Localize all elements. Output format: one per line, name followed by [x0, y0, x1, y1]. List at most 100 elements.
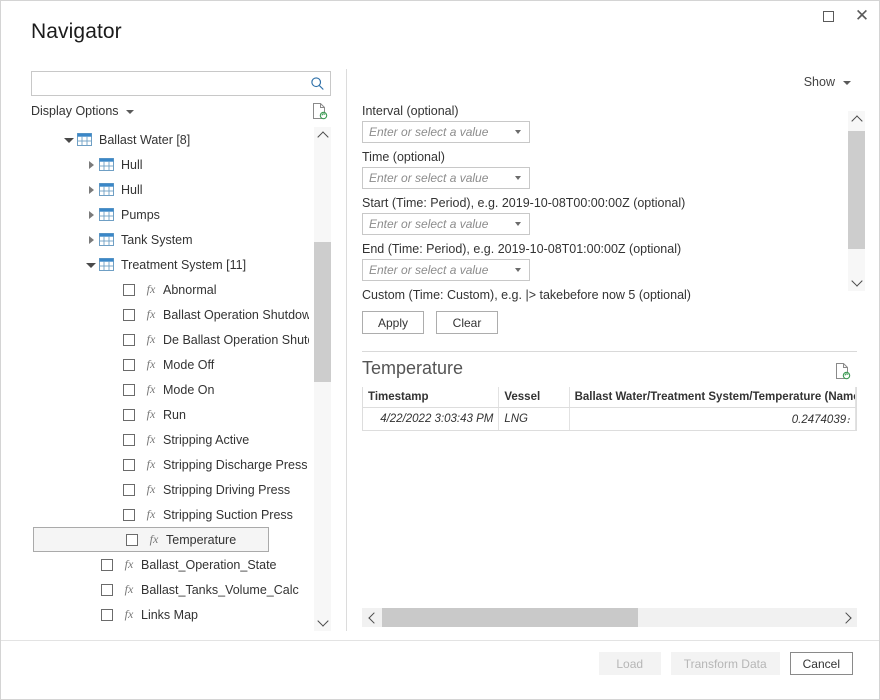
search-icon[interactable] — [304, 76, 330, 91]
scroll-right-icon[interactable] — [837, 608, 857, 627]
scroll-up-icon[interactable] — [848, 111, 865, 128]
tree-item-tank-system[interactable]: Tank System — [31, 227, 309, 252]
expander-collapse-icon[interactable] — [61, 136, 77, 143]
hscroll-track[interactable] — [382, 608, 837, 627]
scroll-up-icon[interactable] — [314, 127, 331, 144]
tree-item-checkbox[interactable] — [101, 584, 113, 596]
tree-vertical-scrollbar[interactable] — [314, 127, 331, 631]
expander-expand-icon[interactable] — [83, 161, 99, 169]
tree-item-checkbox[interactable] — [123, 284, 135, 296]
document-refresh-icon[interactable] — [834, 362, 851, 380]
table-row[interactable]: 4/22/2022 3:03:43 PMLNG0.2474039։ — [363, 408, 856, 430]
table-icon — [99, 208, 115, 221]
grid-column-header[interactable]: Vessel — [499, 387, 569, 407]
scroll-left-icon[interactable] — [362, 608, 382, 627]
tree-item-label: Hull — [121, 158, 143, 172]
cancel-button[interactable]: Cancel — [790, 652, 853, 675]
tree-item-label: Pumps — [121, 208, 160, 222]
expander-expand-icon[interactable] — [83, 186, 99, 194]
table-icon — [99, 233, 115, 246]
scroll-down-icon[interactable] — [848, 274, 865, 291]
tree-item-label: Stripping Suction Press — [163, 508, 293, 522]
expander-expand-icon[interactable] — [83, 236, 99, 244]
scroll-down-icon[interactable] — [314, 614, 331, 631]
load-button[interactable]: Load — [599, 652, 661, 675]
field-combo-2[interactable]: Enter or select a value — [362, 213, 530, 235]
table-icon — [77, 133, 93, 146]
tree-item-checkbox[interactable] — [101, 609, 113, 621]
chevron-down-icon[interactable] — [507, 222, 529, 226]
tree-item-treatment-system-11[interactable]: Treatment System [11] — [31, 252, 309, 277]
field-value-0[interactable]: Enter or select a value — [363, 125, 507, 139]
tree-item-ballast-water-8[interactable]: Ballast Water [8] — [31, 127, 309, 152]
tree-item-label: Links Map — [141, 608, 198, 622]
close-button[interactable]: ✕ — [845, 1, 879, 31]
table-cell: 4/22/2022 3:03:43 PM — [363, 408, 499, 430]
tree-item-links-map[interactable]: fxLinks Map — [31, 602, 309, 627]
tree-item-checkbox[interactable] — [123, 384, 135, 396]
search-input[interactable] — [32, 72, 304, 95]
tree-item-mode-on[interactable]: fxMode On — [31, 377, 309, 402]
chevron-down-icon[interactable] — [507, 268, 529, 272]
tree-item-abnormal[interactable]: fxAbnormal — [31, 277, 309, 302]
tree-item-checkbox[interactable] — [101, 559, 113, 571]
tree-item-stripping-discharge-press[interactable]: fxStripping Discharge Press — [31, 452, 309, 477]
search-box[interactable] — [31, 71, 331, 96]
tree-item-checkbox[interactable] — [123, 484, 135, 496]
tree-item-hull[interactable]: Hull — [31, 152, 309, 177]
field-value-3[interactable]: Enter or select a value — [363, 263, 507, 277]
expander-expand-icon[interactable] — [83, 211, 99, 219]
page-title: Navigator — [31, 20, 122, 44]
tree-item-stripping-driving-press[interactable]: fxStripping Driving Press — [31, 477, 309, 502]
tree-item-stripping-active[interactable]: fxStripping Active — [31, 427, 309, 452]
tree-item-checkbox[interactable] — [123, 459, 135, 471]
tree-item-ballast-operation-shutdown[interactable]: fx Ballast Operation Shutdown — [31, 302, 309, 327]
preview-data-grid: TimestampVesselBallast Water/Treatment S… — [362, 387, 857, 431]
tree-item-label: De Ballast Operation Shutdown — [163, 333, 309, 347]
tree-item-checkbox[interactable] — [123, 309, 135, 321]
maximize-icon — [823, 11, 834, 22]
tree-item-ballast-operation-state[interactable]: fxBallast_Operation_State — [31, 552, 309, 577]
grid-column-header[interactable]: Ballast Water/Treatment System/Temperatu… — [570, 387, 856, 407]
tree-item-label: Stripping Active — [163, 433, 249, 447]
function-icon: fx — [143, 307, 159, 322]
tree-item-checkbox[interactable] — [123, 334, 135, 346]
tree-item-checkbox[interactable] — [123, 359, 135, 371]
tree-item-checkbox[interactable] — [126, 534, 138, 546]
tree-scroll-thumb[interactable] — [314, 242, 331, 382]
tree-item-mode-off[interactable]: fxMode Off — [31, 352, 309, 377]
field-value-1[interactable]: Enter or select a value — [363, 171, 507, 185]
parameters-vertical-scrollbar[interactable] — [848, 111, 865, 291]
tree-item-run[interactable]: fxRun — [31, 402, 309, 427]
clear-button[interactable]: Clear — [436, 311, 498, 334]
hscroll-thumb[interactable] — [382, 608, 638, 627]
tree-item-checkbox[interactable] — [123, 509, 135, 521]
expander-collapse-icon[interactable] — [83, 261, 99, 268]
maximize-button[interactable] — [811, 1, 845, 31]
display-options-dropdown[interactable]: Display Options — [31, 104, 134, 118]
chevron-down-icon[interactable] — [507, 130, 529, 134]
parameters-scroll-thumb[interactable] — [848, 131, 865, 249]
tree-item-hull[interactable]: Hull — [31, 177, 309, 202]
tree-item-de-ballast-operation-shutdown[interactable]: fxDe Ballast Operation Shutdown — [31, 327, 309, 352]
tree-item-checkbox[interactable] — [123, 409, 135, 421]
show-dropdown[interactable]: Show — [804, 75, 851, 89]
field-combo-1[interactable]: Enter or select a value — [362, 167, 530, 189]
tree-item-ballast-tanks-volume-calc[interactable]: fxBallast_Tanks_Volume_Calc — [31, 577, 309, 602]
field-combo-3[interactable]: Enter or select a value — [362, 259, 530, 281]
field-combo-0[interactable]: Enter or select a value — [362, 121, 530, 143]
preview-horizontal-scrollbar[interactable] — [362, 608, 857, 627]
apply-button[interactable]: Apply — [362, 311, 424, 334]
chevron-down-icon[interactable] — [507, 176, 529, 180]
tree-scroll-area[interactable]: Ballast Water [8] Hull Hull Pumps Tank Syste… — [31, 127, 309, 631]
tree-item-label: Ballast Operation Shutdown — [163, 308, 309, 322]
custom-field-label: Custom (Time: Custom), e.g. |> takebefor… — [362, 288, 832, 302]
document-refresh-icon[interactable] — [311, 102, 328, 120]
tree-item-checkbox[interactable] — [123, 434, 135, 446]
field-value-2[interactable]: Enter or select a value — [363, 217, 507, 231]
tree-item-pumps[interactable]: Pumps — [31, 202, 309, 227]
tree-item-stripping-suction-press[interactable]: fxStripping Suction Press — [31, 502, 309, 527]
transform-data-button[interactable]: Transform Data — [671, 652, 780, 675]
tree-item-temperature[interactable]: fxTemperature — [33, 527, 269, 552]
grid-column-header[interactable]: Timestamp — [363, 387, 499, 407]
